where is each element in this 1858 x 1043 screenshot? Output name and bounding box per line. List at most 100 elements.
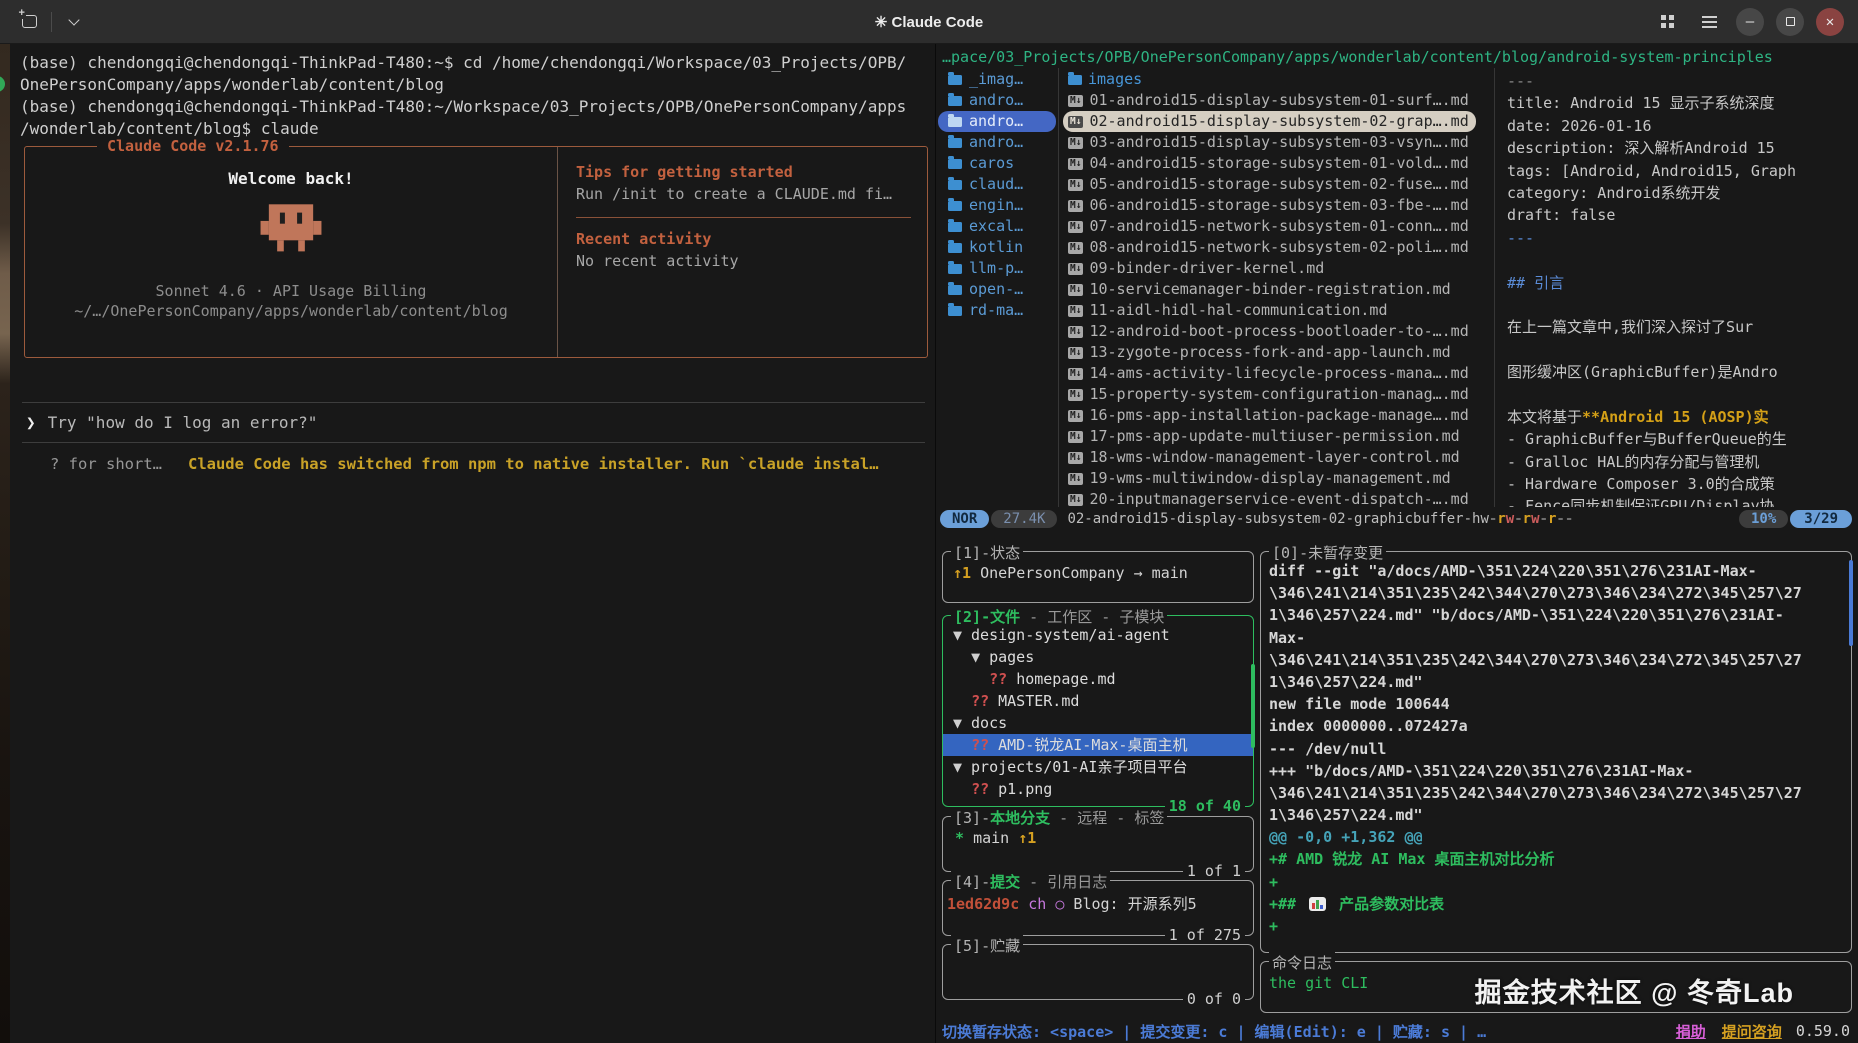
- maximize-button[interactable]: [1776, 8, 1804, 36]
- parent-dir-item[interactable]: kotlin: [938, 237, 1056, 258]
- file-item[interactable]: 14-ams-activity-lifecycle-process-mana….…: [1063, 363, 1492, 384]
- preview-line: - Hardware Composer 3.0的合成策: [1507, 473, 1854, 495]
- git-commits-panel[interactable]: [4]-提交 - 引用日志 1ed62d9c ch ○ Blog: 开源系列5 …: [942, 880, 1254, 936]
- claude-mascot-icon: [255, 204, 327, 260]
- parent-dir-item[interactable]: _imag…: [938, 69, 1056, 90]
- git-tree-row[interactable]: ??MASTER.md: [943, 690, 1253, 712]
- file-item[interactable]: 15-property-system-configuration-manag….…: [1063, 384, 1492, 405]
- parent-dir-item[interactable]: andro…: [938, 132, 1056, 153]
- preview-highlight: **Android 15 (AOSP)实: [1582, 408, 1769, 426]
- file-item-pill: 12-android-boot-process-bootloader-to-….…: [1063, 321, 1476, 342]
- file-item-pill: 11-aidl-hidl-hal-communication.md: [1063, 300, 1394, 321]
- terminal-pane[interactable]: (base) chendongqi@chendongqi-ThinkPad-T4…: [10, 44, 935, 1043]
- file-item[interactable]: 16-pms-app-installation-package-manage….…: [1063, 405, 1492, 426]
- tree-entry-name: design-system/ai-agent: [971, 624, 1170, 646]
- file-item[interactable]: 20-inputmanagerservice-event-dispatch-….…: [1063, 489, 1492, 507]
- file-item[interactable]: images: [1063, 69, 1492, 90]
- file-item[interactable]: 10-servicemanager-binder-registration.md: [1063, 279, 1492, 300]
- file-name: 20-inputmanagerservice-event-dispatch-….…: [1089, 489, 1468, 507]
- parent-dir-item[interactable]: excal…: [938, 216, 1056, 237]
- preview-text: category: Android系统开发: [1507, 184, 1721, 202]
- file-name: 09-binder-driver-kernel.md: [1089, 258, 1324, 279]
- menu-button[interactable]: [1694, 7, 1724, 37]
- file-item[interactable]: 17-pms-app-update-multiuser-permission.m…: [1063, 426, 1492, 447]
- git-tree-row[interactable]: ▼docs: [943, 712, 1253, 734]
- file-name: 14-ams-activity-lifecycle-process-mana….…: [1089, 363, 1468, 384]
- file-preview: --- title: Android 15 显示子系统深度 date: 2026…: [1494, 68, 1858, 507]
- git-tree-row[interactable]: ▼projects/01-AI亲子项目平台: [943, 756, 1253, 778]
- file-item[interactable]: 09-binder-driver-kernel.md: [1063, 258, 1492, 279]
- git-tree-row[interactable]: ▼pages: [943, 646, 1253, 668]
- commit-author: ch: [1019, 895, 1055, 913]
- file-item[interactable]: 12-android-boot-process-bootloader-to-….…: [1063, 321, 1492, 342]
- workspace-grid-button[interactable]: [1652, 7, 1682, 37]
- tips-line: Run /init to create a CLAUDE.md fi…: [576, 185, 911, 203]
- markdown-icon: [1068, 389, 1083, 401]
- markdown-icon: [1068, 452, 1083, 464]
- donate-link[interactable]: 捐助: [1676, 1021, 1706, 1042]
- panel-label: 状态: [990, 544, 1020, 562]
- close-button[interactable]: ✕: [1816, 8, 1844, 36]
- tab-dropdown-button[interactable]: [59, 7, 89, 37]
- file-item[interactable]: 19-wms-multiwindow-display-management.md: [1063, 468, 1492, 489]
- parent-dir-item[interactable]: claud…: [938, 174, 1056, 195]
- git-tree-row[interactable]: ??AMD-锐龙AI-Max-桌面主机: [943, 734, 1253, 756]
- breadcrumb-path: …pace/03_Projects/OPB/OnePersonCompany/a…: [936, 44, 1858, 68]
- claude-prompt[interactable]: ❯Try "how do I log an error?": [20, 403, 925, 442]
- diff-scrollbar[interactable]: [1849, 560, 1853, 646]
- file-item[interactable]: 02-android15-display-subsystem-02-grap….…: [1063, 111, 1492, 132]
- file-item[interactable]: 03-android15-display-subsystem-03-vsyn….…: [1063, 132, 1492, 153]
- git-files-panel[interactable]: [2]-文件 - 工作区 - 子模块 ▼design-system/ai-age…: [942, 615, 1254, 807]
- markdown-icon: [1068, 347, 1083, 359]
- markdown-icon: [1068, 368, 1083, 380]
- tree-status-mark: ??: [971, 734, 989, 756]
- parent-dir-item[interactable]: andro…: [938, 90, 1056, 111]
- parent-dir-item[interactable]: rd-ma…: [938, 300, 1056, 321]
- titlebar: ✳ Claude Code – ✕: [0, 0, 1858, 44]
- diff-text: index 0000000..072427a: [1269, 717, 1468, 735]
- file-item[interactable]: 07-android15-network-subsystem-01-conn….…: [1063, 216, 1492, 237]
- terminal-line: (base) chendongqi@chendongqi-ThinkPad-T4…: [20, 96, 925, 118]
- file-item[interactable]: 05-android15-storage-subsystem-02-fuse….…: [1063, 174, 1492, 195]
- file-name: 02-android15-display-subsystem-02-grap….…: [1089, 111, 1468, 132]
- markdown-icon: [1068, 284, 1083, 296]
- git-branches-panel[interactable]: [3]-本地分支 - 远程 - 标签 * main ↑1 1 of 1: [942, 816, 1254, 872]
- mode-badge: NOR: [940, 510, 989, 528]
- file-item[interactable]: 11-aidl-hidl-hal-communication.md: [1063, 300, 1492, 321]
- shortcut-hint: ? for short…: [50, 455, 162, 473]
- git-tree-row[interactable]: ??homepage.md: [943, 668, 1253, 690]
- file-name: 19-wms-multiwindow-display-management.md: [1089, 468, 1450, 489]
- git-status-panel[interactable]: [1]-状态 ↑1 OnePersonCompany → main: [942, 551, 1254, 603]
- folder-icon: [948, 159, 962, 169]
- parent-dir-item[interactable]: caros: [938, 153, 1056, 174]
- parent-dir-item[interactable]: llm-p…: [938, 258, 1056, 279]
- file-item[interactable]: 06-android15-storage-subsystem-03-fbe-….…: [1063, 195, 1492, 216]
- files-scrollbar[interactable]: [1251, 664, 1255, 748]
- git-stash-panel[interactable]: [5]-贮藏 0 of 0: [942, 944, 1254, 1000]
- tree-status-mark: ▼: [971, 646, 980, 668]
- recent-activity-line: No recent activity: [576, 252, 911, 270]
- parent-dir-name: engin…: [969, 195, 1023, 216]
- file-item[interactable]: 01-android15-display-subsystem-01-surf….…: [1063, 90, 1492, 111]
- file-item[interactable]: 08-android15-network-subsystem-02-poli….…: [1063, 237, 1492, 258]
- parent-dir-name: excal…: [969, 216, 1023, 237]
- minimize-button[interactable]: –: [1736, 8, 1764, 36]
- file-item[interactable]: 04-android15-storage-subsystem-01-vold….…: [1063, 153, 1492, 174]
- file-item[interactable]: 13-zygote-process-fork-and-app-launch.md: [1063, 342, 1492, 363]
- git-branches-panel-title: [3]-本地分支 - 远程 - 标签: [951, 807, 1167, 828]
- parent-dir-item[interactable]: engin…: [938, 195, 1056, 216]
- claude-box-title: Claude Code v2.1.76: [97, 137, 289, 155]
- ask-link[interactable]: 提问咨询: [1722, 1021, 1782, 1042]
- git-diff-panel[interactable]: [0]-未暂存变更 diff --git "a/docs/AMD-\351\22…: [1260, 551, 1852, 953]
- diff-content: diff --git "a/docs/AMD-\351\224\220\351\…: [1261, 552, 1851, 937]
- panel-number: [2]-: [954, 608, 990, 626]
- file-item[interactable]: 18-wms-window-management-layer-control.m…: [1063, 447, 1492, 468]
- parent-dir-item[interactable]: andro…: [938, 111, 1056, 132]
- parent-dir-item[interactable]: open-…: [938, 279, 1056, 300]
- new-tab-button[interactable]: [14, 7, 44, 37]
- commit-message: Blog: 开源系列5: [1064, 895, 1196, 913]
- git-tree-row[interactable]: ▼ design-system/ai-agent: [943, 624, 1253, 646]
- stash-count: 0 of 0: [1183, 990, 1245, 1008]
- permission-char: w: [1531, 511, 1539, 527]
- tree-status-mark: ▼: [953, 624, 962, 646]
